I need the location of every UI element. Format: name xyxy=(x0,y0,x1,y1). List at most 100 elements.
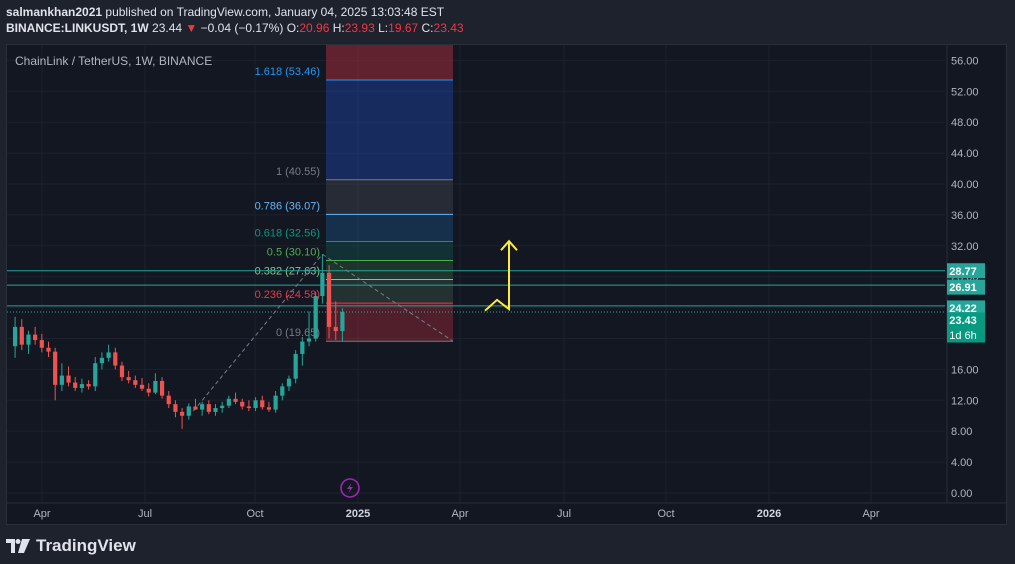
fib-zone xyxy=(326,44,453,81)
fib-zone xyxy=(326,279,453,304)
ohlc-line: BINANCE:LINKUSDT, 1W 23.44 ▼ −0.04 (−0.1… xyxy=(6,20,1006,36)
candle-body[interactable] xyxy=(113,352,118,366)
candle-body[interactable] xyxy=(213,408,218,412)
candle-body[interactable] xyxy=(293,353,298,379)
candle-body[interactable] xyxy=(93,363,98,387)
candle-body[interactable] xyxy=(326,272,332,327)
candle-body[interactable] xyxy=(260,400,265,408)
candle-body[interactable] xyxy=(220,405,225,409)
x-tick-label: Apr xyxy=(33,508,50,520)
candle-body[interactable] xyxy=(266,407,272,410)
candle-body[interactable] xyxy=(39,340,44,348)
candle-body[interactable] xyxy=(146,388,151,393)
candle-body[interactable] xyxy=(99,357,105,364)
yellow-arrow-annotation xyxy=(484,241,510,312)
candle-body[interactable] xyxy=(13,326,18,347)
y-tick-label: 40.00 xyxy=(951,179,979,191)
candle-body[interactable] xyxy=(233,398,238,402)
candle-body[interactable] xyxy=(119,365,125,378)
x-tick-label: Jul xyxy=(138,508,152,520)
candle-body[interactable] xyxy=(53,351,58,385)
candle-body[interactable] xyxy=(159,380,165,396)
candle-body[interactable] xyxy=(306,338,312,342)
change-arrow-icon: ▼ xyxy=(185,21,198,35)
candle-body[interactable] xyxy=(73,382,78,388)
candle-body[interactable] xyxy=(340,312,345,332)
candle-body[interactable] xyxy=(133,380,138,385)
change-value: −0.04 (−0.17%) xyxy=(200,21,284,35)
candle-body[interactable] xyxy=(153,380,158,393)
fib-level-label: 0 (19.65) xyxy=(276,327,320,339)
candle-body[interactable] xyxy=(106,352,111,358)
candle-body[interactable] xyxy=(166,395,171,405)
open-value: 20.96 xyxy=(299,21,330,35)
price-label-text: 28.77 xyxy=(949,266,977,278)
low-value: 19.67 xyxy=(388,21,419,35)
candle-body[interactable] xyxy=(19,326,24,345)
fib-level-label: 0.236 (24.58) xyxy=(255,289,320,301)
chart-frame[interactable]: 1.618 (53.46) 1 (40.55) 0.786 (36.07) 0.618… xyxy=(6,44,1007,525)
close-value: 23.43 xyxy=(433,21,464,35)
publish-info: published on TradingView.com, January 04… xyxy=(105,5,445,19)
candle-body[interactable] xyxy=(33,334,38,341)
y-tick-label: 8.00 xyxy=(951,426,972,438)
candle-body[interactable] xyxy=(273,395,278,410)
y-tick-label: 56.00 xyxy=(951,55,979,67)
candle-body[interactable] xyxy=(300,341,305,354)
tradingview-logo-icon xyxy=(6,539,30,553)
candle-body[interactable] xyxy=(186,406,191,416)
price-chart[interactable]: 1.618 (53.46) 1 (40.55) 0.786 (36.07) 0.618… xyxy=(7,44,1006,524)
fib-level-label: 1 (40.55) xyxy=(276,166,320,178)
candle-body[interactable] xyxy=(46,347,51,352)
candle-body[interactable] xyxy=(26,334,31,345)
candle-body[interactable] xyxy=(246,406,251,409)
price-label-text: 23.43 xyxy=(949,315,977,327)
chart-header: salmankhan2021 published on TradingView.… xyxy=(6,4,1006,36)
candle-body[interactable] xyxy=(193,406,198,410)
candle-body[interactable] xyxy=(173,404,178,412)
candle-body[interactable] xyxy=(66,375,71,383)
x-tick-label: Jul xyxy=(557,508,571,520)
fib-zone xyxy=(326,303,453,342)
fib-zone xyxy=(326,214,453,242)
last-price: 23.44 xyxy=(152,21,183,35)
fib-zone xyxy=(326,80,453,180)
tradingview-logo[interactable]: TradingView xyxy=(6,536,136,556)
candle-body[interactable] xyxy=(240,401,245,407)
lightning-icon[interactable] xyxy=(340,478,360,498)
y-tick-label: 52.00 xyxy=(951,86,979,98)
close-label: C: xyxy=(421,21,434,35)
candle-body[interactable] xyxy=(200,404,205,410)
fib-zone xyxy=(326,241,453,261)
candle-body[interactable] xyxy=(59,375,64,385)
candle-body[interactable] xyxy=(180,411,185,416)
x-tick-label: Oct xyxy=(246,508,263,520)
candle-body[interactable] xyxy=(79,384,84,388)
x-tick-label: 2026 xyxy=(757,508,781,520)
y-tick-label: 12.00 xyxy=(951,395,979,407)
y-tick-label: 4.00 xyxy=(951,457,972,469)
price-label-text: 26.91 xyxy=(949,282,977,294)
candle-body[interactable] xyxy=(286,378,292,387)
candle-body[interactable] xyxy=(253,400,258,409)
high-value: 23.93 xyxy=(344,21,375,35)
candle-body[interactable] xyxy=(333,326,338,332)
author-name[interactable]: salmankhan2021 xyxy=(6,5,102,19)
low-label: L: xyxy=(378,21,389,35)
x-tick-label: Oct xyxy=(657,508,674,520)
x-tick-label: Apr xyxy=(451,508,468,520)
chart-legend-title: ChainLink / TetherUS, 1W, BINANCE xyxy=(15,54,212,68)
candle-body[interactable] xyxy=(86,384,91,387)
candle-body[interactable] xyxy=(280,386,285,396)
candle-body[interactable] xyxy=(320,272,325,297)
fib-level-label: 0.786 (36.07) xyxy=(255,200,320,212)
candle-body[interactable] xyxy=(226,398,231,406)
y-tick-label: 36.00 xyxy=(951,210,979,222)
open-label: O: xyxy=(286,21,300,35)
candle-body[interactable] xyxy=(313,296,318,339)
y-tick-label: 16.00 xyxy=(951,364,979,376)
candle-body[interactable] xyxy=(139,384,145,389)
x-tick-label: Apr xyxy=(862,508,879,520)
candle-body[interactable] xyxy=(206,404,211,412)
candle-body[interactable] xyxy=(126,377,131,381)
